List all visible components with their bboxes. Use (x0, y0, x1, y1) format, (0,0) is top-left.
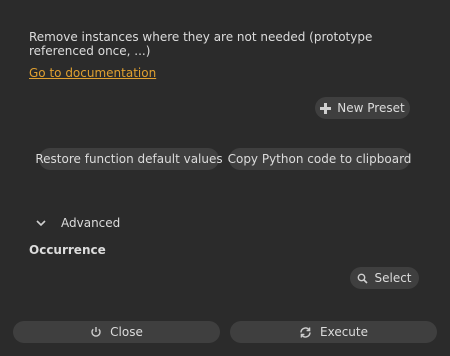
plus-icon (320, 102, 332, 114)
advanced-toggle[interactable]: Advanced (36, 216, 120, 230)
refresh-icon (299, 326, 312, 339)
execute-button[interactable]: Execute (230, 321, 437, 343)
select-button[interactable]: Select (350, 267, 419, 289)
new-preset-button[interactable]: New Preset (315, 97, 410, 119)
occurrence-label: Occurrence (29, 243, 106, 257)
close-label: Close (110, 325, 143, 339)
new-preset-label: New Preset (337, 101, 405, 115)
restore-defaults-button[interactable]: Restore function default values (35, 148, 223, 170)
restore-defaults-label: Restore function default values (35, 152, 223, 166)
chevron-down-icon (36, 219, 46, 227)
execute-label: Execute (320, 325, 368, 339)
copy-python-button[interactable]: Copy Python code to clipboard (227, 148, 412, 170)
power-icon (90, 326, 102, 338)
search-icon (357, 273, 369, 284)
documentation-link[interactable]: Go to documentation (29, 66, 156, 80)
function-description: Remove instances where they are not need… (29, 30, 373, 58)
advanced-label: Advanced (61, 216, 121, 230)
copy-python-label: Copy Python code to clipboard (227, 152, 412, 166)
close-button[interactable]: Close (13, 321, 220, 343)
select-label: Select (374, 271, 412, 285)
